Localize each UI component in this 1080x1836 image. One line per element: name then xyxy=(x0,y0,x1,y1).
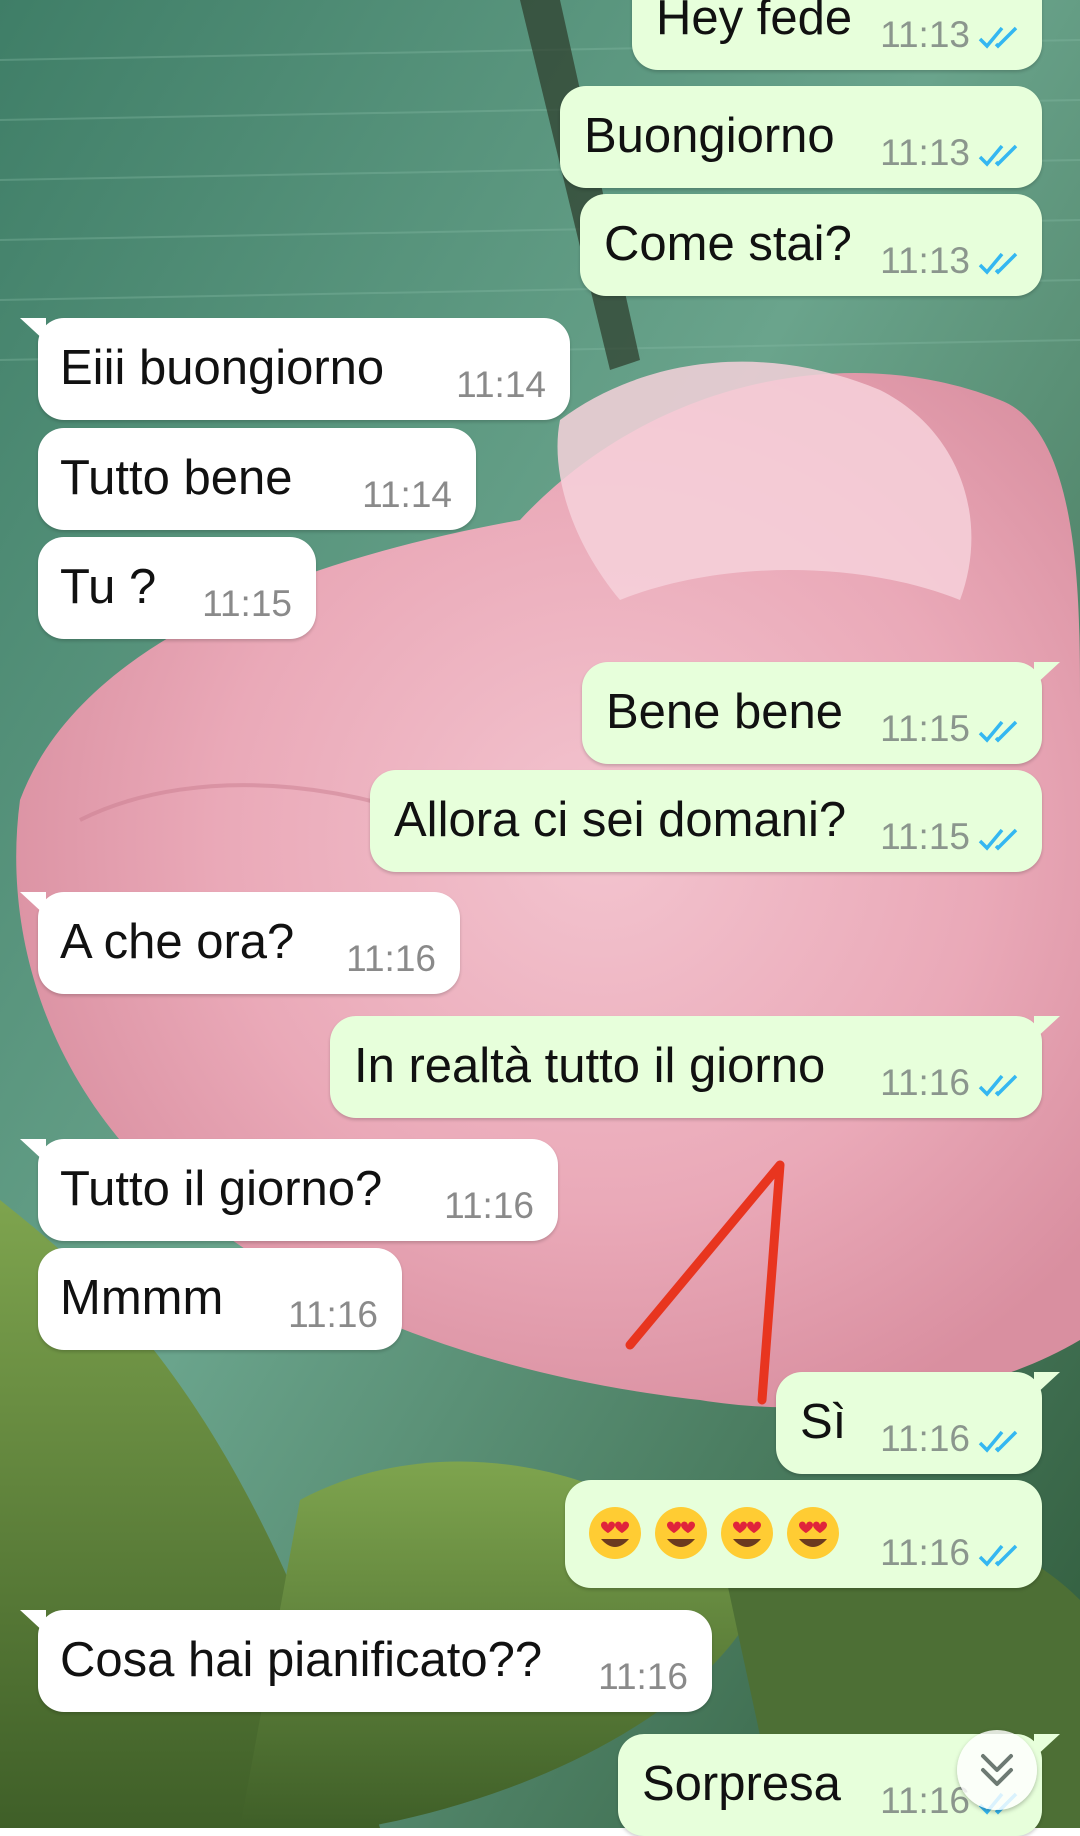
incoming-message[interactable]: Tutto bene 11:14 xyxy=(38,428,476,530)
double-check-icon xyxy=(978,720,1018,743)
outgoing-message[interactable]: Buongiorno 11:13 xyxy=(560,86,1042,188)
outgoing-message[interactable]: Hey fede 11:13 xyxy=(632,0,1042,70)
bubble-tail xyxy=(1034,662,1060,686)
scroll-to-bottom-button[interactable] xyxy=(957,1730,1037,1810)
heart-eyes-emoji-icon xyxy=(655,1507,707,1560)
message-time: 11:16 xyxy=(880,1062,970,1103)
incoming-message[interactable]: A che ora? 11:16 xyxy=(20,892,460,994)
message-time: 11:15 xyxy=(880,708,970,749)
bubble-tail xyxy=(1034,1016,1060,1040)
message-text: Tu ? xyxy=(60,560,157,614)
message-text: Tutto il giorno? xyxy=(60,1162,383,1216)
double-check-icon xyxy=(978,1544,1018,1567)
message-time: 11:16 xyxy=(444,1185,534,1226)
message-time: 11:16 xyxy=(880,1532,970,1573)
outgoing-message[interactable]: Come stai? 11:13 xyxy=(580,194,1042,296)
outgoing-message[interactable]: In realtà tutto il giorno 11:16 xyxy=(330,1016,1060,1118)
double-check-icon xyxy=(978,144,1018,167)
heart-eyes-emoji-icon xyxy=(721,1507,773,1560)
message-text: Hey fede xyxy=(656,0,853,45)
message-text: A che ora? xyxy=(60,915,295,969)
chat-messages[interactable]: Hey fede 11:13 Buongiorno 11:13 Come sta… xyxy=(0,0,1080,1836)
message-time: 11:16 xyxy=(346,938,436,979)
double-chevron-down-icon xyxy=(981,1754,1013,1786)
message-text: In realtà tutto il giorno xyxy=(354,1039,826,1093)
message-text: Allora ci sei domani? xyxy=(394,793,847,847)
message-text: Sorpresa xyxy=(642,1757,841,1811)
incoming-message[interactable]: Tu ? 11:15 xyxy=(38,537,316,639)
message-time: 11:16 xyxy=(598,1656,688,1697)
incoming-message[interactable]: Eiii buongiorno 11:14 xyxy=(20,318,570,420)
message-time: 11:13 xyxy=(880,14,970,55)
double-check-icon xyxy=(978,1074,1018,1097)
message-text: Cosa hai pianificato?? xyxy=(60,1633,543,1687)
message-text: Bene bene xyxy=(606,685,844,739)
bubble-tail xyxy=(20,1610,46,1634)
outgoing-message[interactable]: 11:16 xyxy=(565,1480,1042,1588)
message-time: 11:15 xyxy=(202,583,292,624)
incoming-message[interactable]: Tutto il giorno? 11:16 xyxy=(20,1139,558,1241)
bubble-tail xyxy=(1034,1372,1060,1396)
double-check-icon xyxy=(978,828,1018,851)
message-time: 11:14 xyxy=(456,364,546,405)
bubble-tail xyxy=(20,318,46,342)
message-time: 11:16 xyxy=(880,1418,970,1459)
message-time: 11:13 xyxy=(880,132,970,173)
message-text: Come stai? xyxy=(604,217,852,271)
bubble-tail xyxy=(1034,1734,1060,1758)
message-time: 11:14 xyxy=(362,474,452,515)
double-check-icon xyxy=(978,26,1018,49)
outgoing-message[interactable]: Allora ci sei domani? 11:15 xyxy=(370,770,1042,872)
message-time: 11:16 xyxy=(288,1294,378,1335)
message-text: Sì xyxy=(800,1395,847,1449)
message-text: Eiii buongiorno xyxy=(60,341,385,395)
message-text: Buongiorno xyxy=(584,109,835,163)
incoming-message[interactable]: Cosa hai pianificato?? 11:16 xyxy=(20,1610,712,1712)
message-text: Mmmm xyxy=(60,1271,224,1325)
heart-eyes-emoji-icon xyxy=(787,1507,839,1560)
incoming-message[interactable]: Mmmm 11:16 xyxy=(38,1248,402,1350)
outgoing-message[interactable]: Sì 11:16 xyxy=(776,1372,1060,1474)
message-time: 11:15 xyxy=(880,816,970,857)
message-text: Tutto bene xyxy=(60,451,293,505)
heart-eyes-emoji-icon xyxy=(589,1507,641,1560)
message-time: 11:13 xyxy=(880,240,970,281)
bubble-tail xyxy=(20,892,46,916)
message-emoji-row xyxy=(587,1502,851,1561)
double-check-icon xyxy=(978,1430,1018,1453)
outgoing-message[interactable]: Bene bene 11:15 xyxy=(582,662,1060,764)
double-check-icon xyxy=(978,252,1018,275)
bubble-tail xyxy=(20,1139,46,1163)
